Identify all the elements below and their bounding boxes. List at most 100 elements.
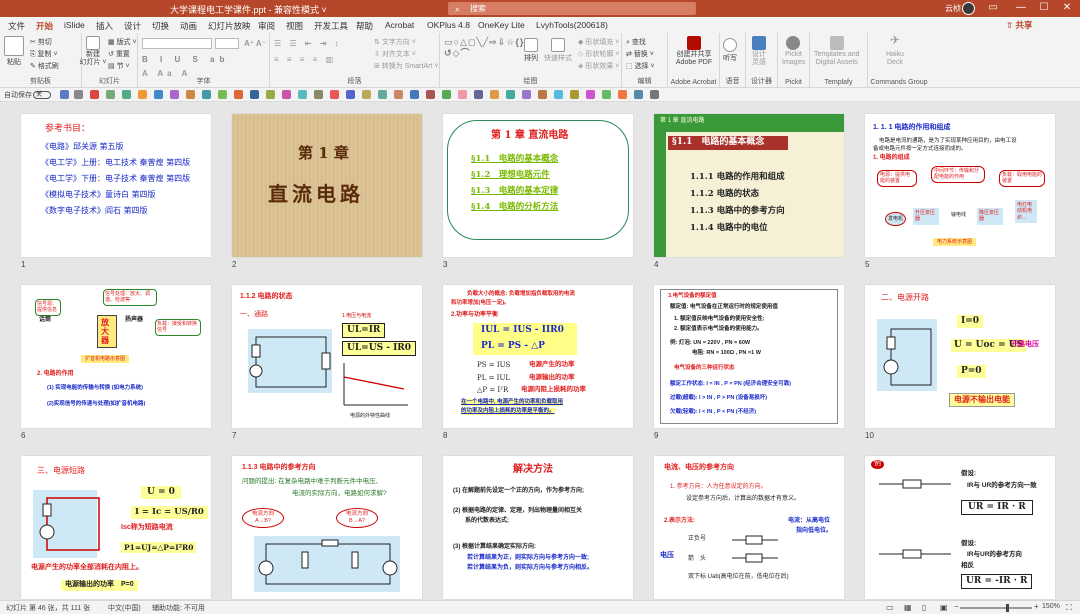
qat-tool-icon[interactable] bbox=[474, 90, 483, 99]
grow-font-icon[interactable]: A⁺ A⁻ bbox=[244, 39, 266, 48]
slide-thumbnail-10[interactable]: 二、电源开路 I=0 U = Uoc = US 开路电压 P=0 电源不输出电能 bbox=[865, 285, 1055, 428]
qat-tool-icon[interactable] bbox=[298, 90, 307, 99]
font-name-box[interactable] bbox=[142, 38, 212, 49]
slide-thumbnail-2[interactable]: 第 1 章 直流电路 bbox=[232, 114, 422, 257]
qat-tool-icon[interactable] bbox=[538, 90, 547, 99]
slideshow-view-icon[interactable]: ▣ bbox=[940, 603, 948, 612]
copy-button[interactable]: ⎘ 复制 ˅ bbox=[30, 49, 58, 59]
qat-tool-icon[interactable] bbox=[426, 90, 435, 99]
font-format-icons[interactable]: B I U S ab bbox=[142, 55, 229, 64]
zoom-level[interactable]: 150% bbox=[1042, 603, 1060, 610]
arrange-button[interactable]: 排列 bbox=[524, 38, 538, 63]
smartart-button[interactable]: ⊞ 转换为 SmartArt ˅ bbox=[374, 61, 438, 71]
search-box[interactable]: ⌕ 搜索 bbox=[448, 2, 696, 15]
qat-tool-icon[interactable] bbox=[506, 90, 515, 99]
qat-tool-icon[interactable] bbox=[570, 90, 579, 99]
zoom-slider[interactable] bbox=[960, 607, 1032, 609]
tab-islide[interactable]: iSlide bbox=[64, 20, 85, 30]
qat-tool-icon[interactable] bbox=[282, 90, 291, 99]
slide-thumbnail-7[interactable]: 1.1.2 电路的状态 一、通路 1.电压与电流 UL=IR UL=US - I… bbox=[232, 285, 422, 428]
tab-help[interactable]: 帮助 bbox=[356, 20, 373, 32]
shapes-gallery-icon[interactable]: ▭○△◻╲╱⇨⇩☆{}↺◇⌒ bbox=[444, 37, 523, 59]
find-button[interactable]: ⌕ 查找 bbox=[626, 37, 646, 47]
replace-button[interactable]: ⇄ 替换 ˅ bbox=[626, 49, 654, 59]
tab-insert[interactable]: 插入 bbox=[96, 20, 113, 32]
quick-styles-button[interactable]: 快速样式 bbox=[544, 38, 572, 63]
haiku-deck-button[interactable]: ✈ Haiku Deck bbox=[886, 34, 904, 67]
tab-acrobat[interactable]: Acrobat bbox=[385, 20, 414, 30]
new-slide-button[interactable]: 新建 幻灯片 ˅ bbox=[78, 36, 108, 67]
tab-lvyhtools[interactable]: LvyhTools(200618) bbox=[536, 20, 608, 30]
format-painter-button[interactable]: ✎ 格式刷 bbox=[30, 61, 59, 71]
sorter-view-icon[interactable]: ▦ bbox=[904, 603, 912, 612]
tab-developer[interactable]: 开发工具 bbox=[314, 20, 348, 32]
minimize-button[interactable]: — bbox=[1013, 2, 1029, 13]
reset-button[interactable]: ↺ 重置 bbox=[108, 49, 130, 59]
templafy-button[interactable]: Templates and Digital Assets bbox=[814, 36, 860, 67]
shape-effect-button[interactable]: ◈ 形状效果 ˅ bbox=[578, 61, 619, 71]
tab-animations[interactable]: 动画 bbox=[180, 20, 197, 32]
slide-thumbnail-11[interactable]: 三、电源短路 U = 0 I = Ic = US/R0 Isc称为短路电流 P1… bbox=[21, 456, 211, 599]
qat-tool-icon[interactable] bbox=[314, 90, 323, 99]
tab-onekey[interactable]: OneKey Lite bbox=[478, 20, 525, 30]
qat-tool-icon[interactable] bbox=[138, 90, 147, 99]
qat-tool-icon[interactable] bbox=[554, 90, 563, 99]
tab-file[interactable]: 文件 bbox=[8, 20, 25, 32]
slide-thumbnail-9[interactable]: 3.电气设备的额定值 额定值: 电气设备在正常运行时的规定使用值 1. 额定值反… bbox=[654, 285, 844, 428]
qat-more-icon[interactable] bbox=[650, 90, 659, 99]
share-button[interactable]: ⇧ 共享 bbox=[1006, 19, 1033, 31]
close-button[interactable]: ✕ bbox=[1059, 2, 1075, 13]
tab-view[interactable]: 视图 bbox=[286, 20, 303, 32]
zoom-out-icon[interactable]: − bbox=[954, 602, 959, 611]
autosave-toggle[interactable]: 关 bbox=[33, 91, 51, 99]
align-text-button[interactable]: ⇳ 对齐文本 ˅ bbox=[374, 49, 416, 59]
tab-slideshow[interactable]: 幻灯片放映 bbox=[208, 20, 251, 32]
slide-thumbnail-3[interactable]: 第 1 章 直流电路 §1.1 电路的基本概念 §1.2 理想电路元件 §1.3… bbox=[443, 114, 633, 257]
shape-outline-button[interactable]: ◇ 形状轮廓 ˅ bbox=[578, 49, 619, 59]
slide-thumbnail-13[interactable]: 解决方法 (1) 在解题前先设定一个正的方向，作为参考方向; (2) 根据电路的… bbox=[443, 456, 633, 599]
language[interactable]: 中文(中国) bbox=[108, 603, 141, 613]
align-icons[interactable]: ≡ ≡ ≡ ≡ ▥ bbox=[274, 55, 336, 64]
slide-thumbnail-14[interactable]: 电流、电压的参考方向 1. 参考方向：人为任意设定的方向。 设定参考方向后，计算… bbox=[654, 456, 844, 599]
qat-tool-icon[interactable] bbox=[122, 90, 131, 99]
normal-view-icon[interactable]: ▭ bbox=[886, 603, 894, 612]
qat-tool-icon[interactable] bbox=[266, 90, 275, 99]
qat-tool-icon[interactable] bbox=[170, 90, 179, 99]
tab-review[interactable]: 审阅 bbox=[258, 20, 275, 32]
qat-tool-icon[interactable] bbox=[586, 90, 595, 99]
qat-tool-icon[interactable] bbox=[490, 90, 499, 99]
slide-thumbnail-12[interactable]: 1.1.3 电路中的参考方向 问题的提出: 在复杂电路中难于判断元件中电压、 电… bbox=[232, 456, 422, 599]
save-icon[interactable] bbox=[60, 90, 69, 99]
ribbon-display-icon[interactable]: ▭ bbox=[985, 2, 1001, 13]
font-size-box[interactable] bbox=[215, 38, 239, 49]
tab-design[interactable]: 设计 bbox=[124, 20, 141, 32]
dictate-button[interactable]: 听写 bbox=[723, 38, 737, 63]
qat-tool-icon[interactable] bbox=[618, 90, 627, 99]
user-name[interactable]: 云桢 bbox=[945, 3, 961, 14]
qat-tool-icon[interactable] bbox=[218, 90, 227, 99]
slide-thumbnail-8[interactable]: 负载大小的概念: 负载增加指负载取用的电流 和功率增加(电压一定)。 2.功率与… bbox=[443, 285, 633, 428]
qat-tool-icon[interactable] bbox=[234, 90, 243, 99]
qat-tool-icon[interactable] bbox=[522, 90, 531, 99]
pickit-button[interactable]: Pickit Images bbox=[782, 36, 805, 67]
qat-tool-icon[interactable] bbox=[378, 90, 387, 99]
paste-button[interactable]: 粘贴 bbox=[4, 36, 24, 67]
qat-tool-icon[interactable] bbox=[346, 90, 355, 99]
create-pdf-button[interactable]: 创建并共享 Adobe PDF bbox=[670, 36, 718, 67]
qat-tool-icon[interactable] bbox=[330, 90, 339, 99]
qat-tool-icon[interactable] bbox=[186, 90, 195, 99]
qat-tool-icon[interactable] bbox=[154, 90, 163, 99]
tab-okplus[interactable]: OKPlus 4.8 bbox=[427, 20, 470, 30]
qat-tool-icon[interactable] bbox=[362, 90, 371, 99]
slide-thumbnail-15[interactable]: 例 假设: IR与 UR的参考方向一致 UR = IR · R 假设: IR与U… bbox=[865, 456, 1055, 599]
qat-tool-icon[interactable] bbox=[410, 90, 419, 99]
slide-thumbnail-6[interactable]: 信号源：提供信息 信号处理：放大、调谐、检波等 话筒 放大器 扬声器 负载：接受… bbox=[21, 285, 211, 428]
tab-home[interactable]: 开始 bbox=[36, 20, 54, 35]
qat-tool-icon[interactable] bbox=[458, 90, 467, 99]
fit-slide-icon[interactable]: ⛶ bbox=[1066, 603, 1072, 613]
layout-button[interactable]: ▦ 版式 ˅ bbox=[108, 37, 137, 47]
qat-tool-icon[interactable] bbox=[202, 90, 211, 99]
maximize-button[interactable]: ☐ bbox=[1036, 2, 1052, 13]
qat-tool-icon[interactable] bbox=[250, 90, 259, 99]
list-icons[interactable]: ☰ ☰ ⇤ ⇥ ↕ bbox=[274, 39, 342, 48]
